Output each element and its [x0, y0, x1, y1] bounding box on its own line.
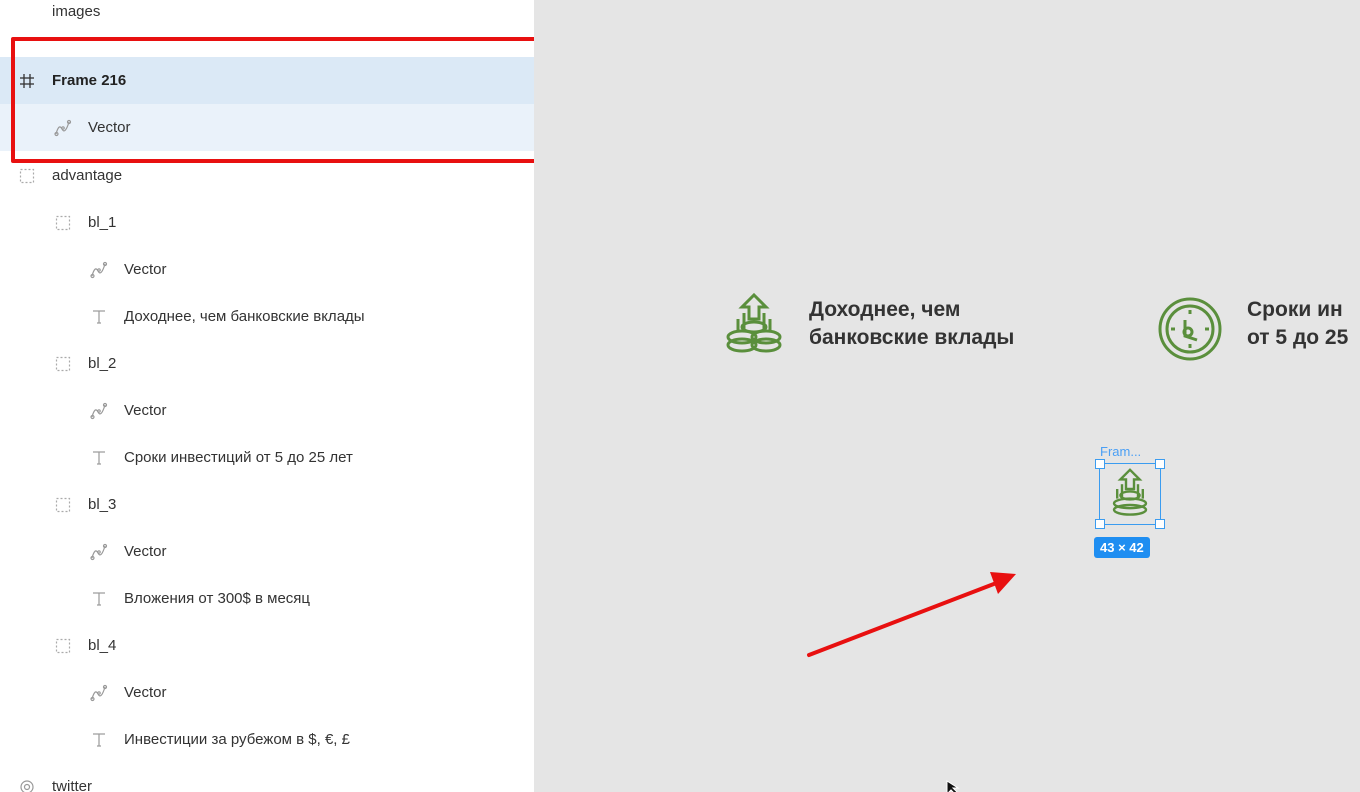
advantage-2-line-1: Сроки ин: [1247, 298, 1343, 321]
layer-row[interactable]: Vector: [0, 528, 534, 575]
layer-label: images: [52, 3, 101, 20]
advantage-2-text[interactable]: Сроки ин от 5 до 25: [1247, 296, 1348, 352]
design-canvas[interactable]: Доходнее, чем банковские вклады Сроки ин…: [534, 0, 1360, 792]
layer-row[interactable]: twitter: [0, 763, 534, 792]
advantage-1-line-1: Доходнее, чем: [809, 298, 961, 321]
layer-row[interactable]: Vector: [0, 246, 534, 293]
layer-label: Доходнее, чем банковские вклады: [124, 308, 365, 325]
coins-up-icon: [1112, 468, 1148, 516]
layer-row[interactable]: bl_1: [0, 199, 534, 246]
layer-label: Сроки инвестиций от 5 до 25 лет: [124, 449, 353, 466]
layer-row[interactable]: bl_4: [0, 622, 534, 669]
layer-label: advantage: [52, 167, 123, 184]
mouse-cursor-icon: [946, 780, 960, 792]
coins-up-icon[interactable]: [724, 293, 784, 355]
group-icon: [52, 497, 74, 513]
layer-label: bl_4: [88, 637, 117, 654]
layer-row[interactable]: Доходнее, чем банковские вклады: [0, 293, 534, 340]
group-icon: [52, 215, 74, 231]
layer-label: Инвестиции за рубежом в $, €, £: [124, 731, 350, 748]
layer-label: Vector: [124, 261, 167, 278]
text-icon: [88, 591, 110, 607]
group-icon: [16, 168, 38, 184]
frame-name-label[interactable]: Fram...: [1100, 444, 1141, 459]
text-icon: [88, 309, 110, 325]
annotation-highlight-box: [11, 37, 583, 163]
layer-row[interactable]: bl_2: [0, 340, 534, 387]
vector-icon: [88, 684, 110, 702]
selected-frame[interactable]: [1099, 463, 1161, 525]
layer-row[interactable]: Vector: [0, 387, 534, 434]
group-icon: [52, 638, 74, 654]
advantage-1-text[interactable]: Доходнее, чем банковские вклады: [809, 296, 1014, 352]
component-icon: [16, 779, 38, 792]
text-icon: [88, 732, 110, 748]
layer-label: bl_3: [88, 496, 117, 513]
layer-row[interactable]: Инвестиции за рубежом в $, €, £: [0, 716, 534, 763]
vector-icon: [88, 402, 110, 420]
resize-handle-top-right[interactable]: [1155, 459, 1165, 469]
layer-row[interactable]: Vector: [0, 669, 534, 716]
group-icon: [52, 356, 74, 372]
vector-icon: [88, 543, 110, 561]
layer-label: Vector: [124, 684, 167, 701]
text-icon: [88, 450, 110, 466]
resize-handle-top-left[interactable]: [1095, 459, 1105, 469]
size-badge: 43 × 42: [1094, 537, 1150, 558]
layer-label: Vector: [124, 402, 167, 419]
layer-label: Vector: [124, 543, 167, 560]
advantage-1-line-2: банковские вклады: [809, 326, 1015, 349]
layer-row[interactable]: images: [0, 0, 534, 35]
layer-label: bl_2: [88, 355, 117, 372]
layer-label: Вложения от 300$ в месяц: [124, 590, 311, 607]
vector-icon: [88, 261, 110, 279]
layer-row[interactable]: Вложения от 300$ в месяц: [0, 575, 534, 622]
layer-row[interactable]: Сроки инвестиций от 5 до 25 лет: [0, 434, 534, 481]
layer-row[interactable]: bl_3: [0, 481, 534, 528]
layer-label: twitter: [52, 778, 93, 792]
resize-handle-bottom-left[interactable]: [1095, 519, 1105, 529]
clock-icon[interactable]: [1157, 296, 1223, 362]
layer-label: bl_1: [88, 214, 117, 231]
annotation-arrow: [807, 572, 1016, 657]
advantage-2-line-2: от 5 до 25: [1247, 326, 1349, 349]
resize-handle-bottom-right[interactable]: [1155, 519, 1165, 529]
